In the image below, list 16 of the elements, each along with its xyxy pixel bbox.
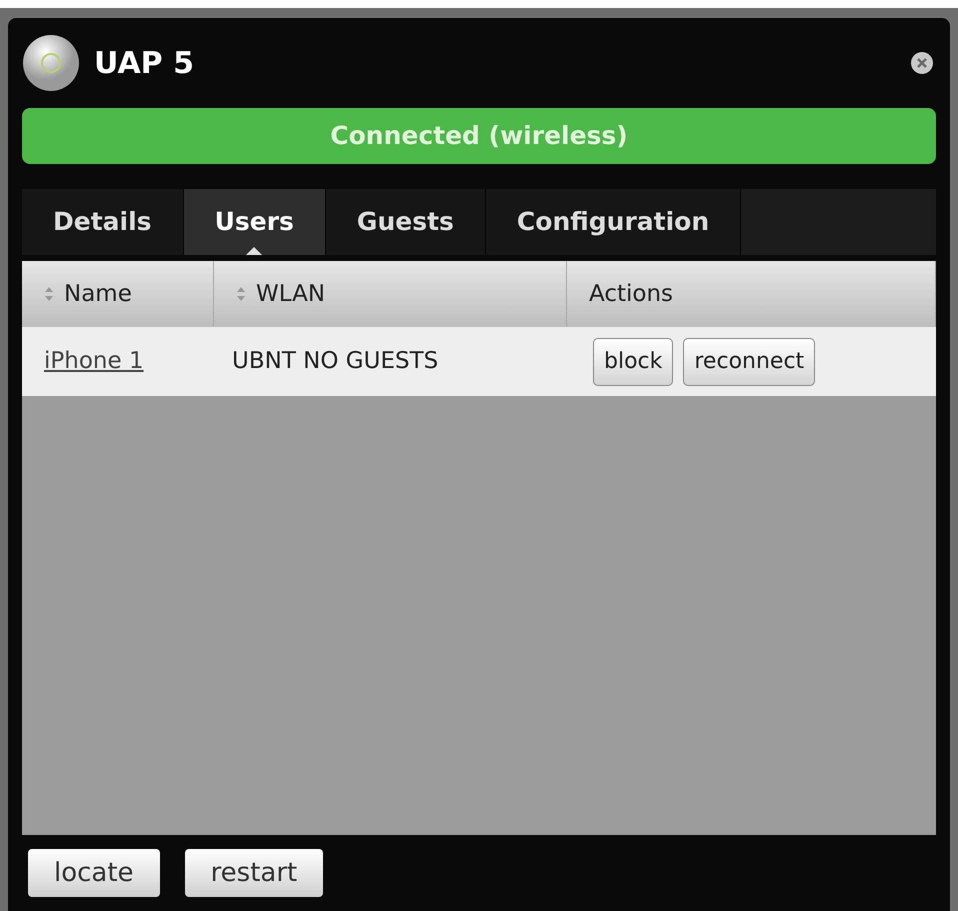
status-bar: Connected (wireless) [22,108,936,164]
tab[interactable]: Guests [326,189,486,255]
device-icon [22,34,80,92]
action-button[interactable]: reconnect [683,338,816,386]
window-title: UAP 5 [94,44,195,82]
footer-button[interactable]: restart [184,849,324,897]
footer-button[interactable]: locate [28,849,160,897]
tab[interactable]: Configuration [486,189,742,255]
tab[interactable]: Details [22,189,184,255]
sort-icon [44,286,54,302]
sort-icon [236,286,246,302]
name-link[interactable]: iPhone 1 [44,348,144,374]
close-icon[interactable] [910,51,934,75]
action-button[interactable]: block [593,338,674,386]
tab[interactable]: Users [184,189,326,255]
table-cell: UBNT NO GUESTS [232,348,438,374]
